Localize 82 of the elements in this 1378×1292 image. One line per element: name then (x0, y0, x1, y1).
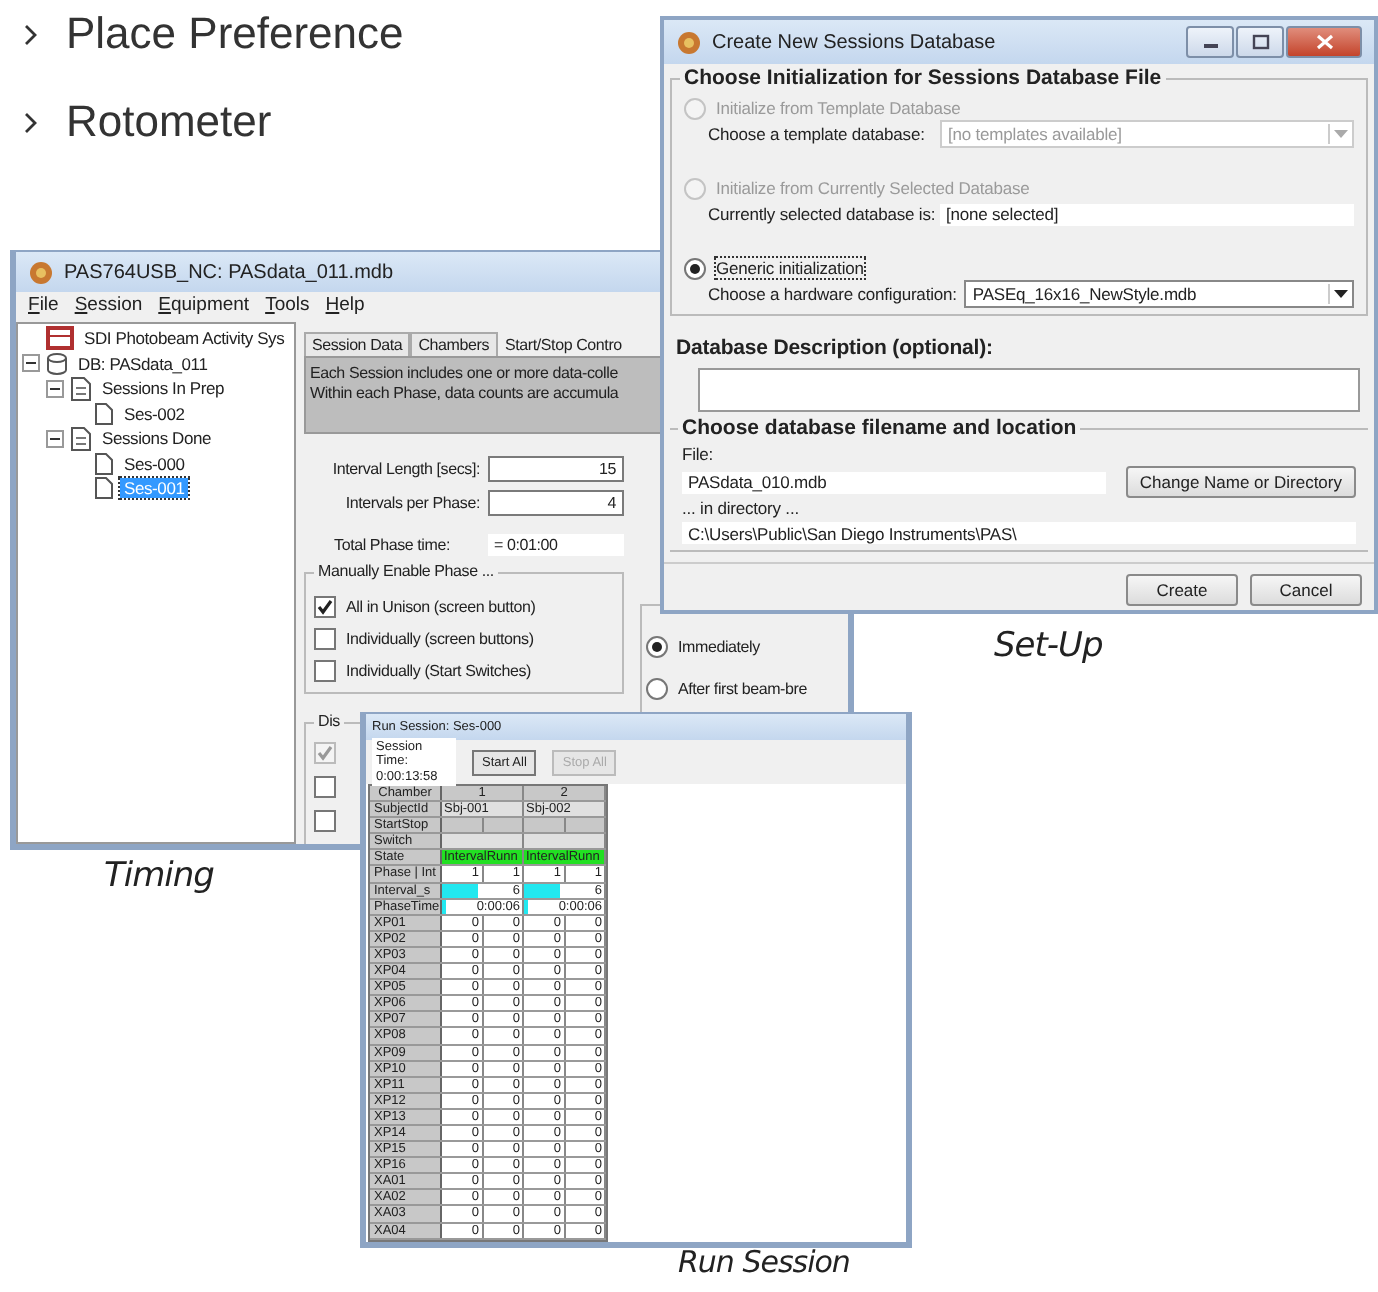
maximize-icon (1251, 34, 1269, 50)
page-icon (70, 425, 92, 452)
radio-button[interactable] (646, 636, 668, 658)
input-field[interactable]: 4 (488, 490, 624, 516)
radio-label: Generic initialization (716, 258, 864, 278)
tab[interactable]: Chambers (410, 332, 497, 356)
minimize-button[interactable] (1186, 26, 1234, 58)
tree-item[interactable]: Sessions In Prep (98, 378, 229, 399)
group-title: Choose Initialization for Sessions Database File (680, 66, 1166, 90)
bullet-text: Rotometer (66, 96, 272, 148)
description-line: Each Session includes one or more data-colle (310, 364, 620, 384)
group-title: Dis (314, 712, 344, 730)
total-time-value: = 0:01:00 (488, 534, 624, 556)
menu-item[interactable]: Session (74, 294, 143, 320)
radio-button[interactable] (684, 257, 706, 279)
field-label: File: (682, 444, 716, 466)
app-icon (28, 259, 54, 285)
dropdown[interactable]: PASEq_16x16_NewStyle.mdb (964, 280, 1354, 308)
dialog-button[interactable]: Cancel (1250, 574, 1362, 606)
checkbox[interactable] (314, 810, 336, 832)
close-icon (1315, 34, 1333, 50)
group-title: Manually Enable Phase ... (314, 562, 498, 580)
tree-item[interactable]: Sessions Done (98, 428, 216, 449)
radio-label: Immediately (678, 638, 760, 656)
close-button[interactable] (1286, 26, 1362, 58)
menu-item[interactable]: Help (325, 294, 365, 320)
radio-button[interactable] (646, 678, 668, 700)
field-label: Interval Length [secs]: (330, 460, 482, 478)
menu-item[interactable]: Tools (265, 294, 310, 320)
checkbox-label: Individually (screen buttons) (346, 629, 534, 647)
directory-field: C:\Users\Public\San Diego Instruments\PAS\ (682, 522, 1356, 544)
tree-item[interactable]: SDI Photobeam Activity Sys (80, 328, 289, 349)
maximize-button[interactable] (1236, 26, 1284, 58)
change-directory-button[interactable]: Change Name or Directory (1125, 466, 1356, 498)
input-field[interactable]: 15 (488, 456, 624, 482)
chevron-icon (24, 111, 38, 133)
tree-item[interactable]: Ses-000 (120, 453, 189, 474)
caret-icon (1334, 130, 1348, 138)
field-label: Intervals per Phase: (343, 494, 482, 512)
collapse-icon[interactable] (22, 354, 40, 373)
collapse-icon[interactable] (46, 429, 64, 448)
checkbox-label: All in Unison (screen button) (346, 597, 536, 615)
caret-icon (1334, 290, 1348, 298)
menu-item[interactable]: File (28, 294, 59, 320)
checkbox[interactable] (314, 627, 336, 649)
field-label: ... in directory ... (682, 498, 801, 520)
menu-item[interactable]: Equipment (158, 294, 250, 320)
caption: Run Session (678, 1244, 850, 1280)
section-heading: Database Description (optional): (676, 336, 995, 360)
caption: Timing (104, 856, 214, 896)
cylinder-icon (46, 351, 68, 376)
caption: Set-Up (994, 626, 1103, 666)
window-title: PAS764USB_NC: PASdata_011.mdb (64, 261, 394, 283)
window-title: Create New Sessions Database (712, 31, 998, 53)
tree-item[interactable]: Ses-002 (120, 403, 189, 424)
bullet-text: Place Preference (66, 8, 404, 60)
page-icon (94, 476, 114, 501)
chevron-icon (24, 23, 38, 45)
description-line: Within each Phase, data counts are accumula (310, 384, 621, 404)
tab[interactable]: Session Data (304, 332, 411, 356)
radio-label: Initialize from Template Database (716, 98, 961, 118)
page-icon (94, 401, 114, 426)
field-label: Currently selected database is: (708, 204, 932, 224)
readout-field: [none selected] (940, 203, 1354, 225)
page-icon (70, 375, 92, 402)
checkbox[interactable] (314, 776, 336, 798)
checkbox[interactable] (314, 659, 336, 681)
filename-field: PASdata_010.mdb (682, 471, 1106, 493)
checkbox-label: Individually (Start Switches) (346, 661, 531, 679)
group-title: Choose database filename and location (678, 416, 1081, 440)
radio-label: After first beam-bre (678, 680, 807, 698)
app-icon (676, 29, 702, 55)
field-label: Choose a template database: (708, 124, 927, 144)
field-label: Total Phase time: (332, 536, 452, 554)
radio-label: Initialize from Currently Selected Database (716, 178, 1030, 198)
tree-item[interactable]: DB: PASdata_011 (74, 353, 212, 374)
checkbox[interactable] (314, 595, 336, 617)
page-icon (94, 451, 114, 476)
collapse-icon[interactable] (46, 379, 64, 398)
dialog-button[interactable]: Create (1126, 574, 1238, 606)
field-label: Choose a hardware configuration: (708, 284, 957, 304)
description-field[interactable] (698, 368, 1360, 412)
